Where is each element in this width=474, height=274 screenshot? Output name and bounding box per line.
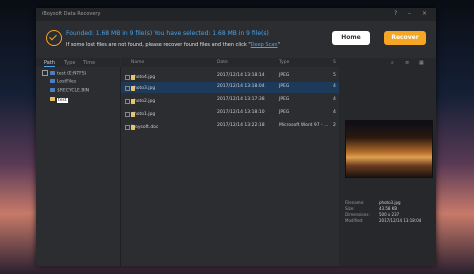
folder-tree: test (E:NTFS) LostFiles $RECYCLE.BIN tes… <box>36 67 121 266</box>
window-title: iBoysoft Data Recovery <box>42 11 101 17</box>
table-row[interactable]: photo4.jpg 2017/12/14 13:18:14 JPEG 5 <box>121 71 339 82</box>
preview-size: Size: 43.58 KB <box>345 206 398 211</box>
column-type[interactable]: Type <box>279 60 289 65</box>
preview-panel: ⌕ ≡ ▦ Filename: photo3.jpg Size: 43.58 KB … <box>339 58 436 266</box>
row-checkbox[interactable] <box>125 75 130 80</box>
file-list-header: Name Date Type S <box>121 58 339 67</box>
preview-dimensions: Dimensions: 500 x 237 <box>345 212 400 217</box>
row-checkbox[interactable] <box>125 99 130 104</box>
row-checkbox[interactable] <box>125 112 130 117</box>
file-list: Name Date Type S photo4.jpg 2017/12/14 1… <box>121 58 339 266</box>
minimize-icon[interactable]: – <box>408 10 411 17</box>
search-icon[interactable]: ⌕ <box>391 60 394 66</box>
title-bar: iBoysoft Data Recovery ? – × <box>36 8 436 21</box>
table-row[interactable]: photo2.jpg 2017/12/14 13:17:38 JPEG 4 <box>121 95 339 106</box>
scan-result-banner: Founded: 1.68 MB in 9 file(s) You have s… <box>36 21 436 58</box>
preview-filename: Filename: photo3.jpg <box>345 200 401 205</box>
preview-image <box>345 120 433 178</box>
deep-scan-link[interactable]: Deep Scan <box>251 42 278 48</box>
deep-scan-hint: If some lost files are not found, please… <box>66 42 280 48</box>
drive-icon <box>50 71 55 75</box>
column-name[interactable]: Name <box>131 60 144 65</box>
tab-type[interactable]: Type <box>64 60 75 66</box>
folder-icon <box>50 79 55 83</box>
folder-icon <box>50 88 55 92</box>
grid-view-icon[interactable]: ▦ <box>419 60 424 66</box>
folder-icon <box>50 97 55 101</box>
view-tabs: Path Type Time <box>36 58 120 67</box>
row-checkbox[interactable] <box>125 86 130 91</box>
home-button[interactable]: Home <box>332 31 370 45</box>
table-row[interactable]: iboysoft.doc 2017/12/14 13:22:18 Microso… <box>121 121 339 132</box>
close-icon[interactable]: × <box>422 10 427 17</box>
table-row-selected[interactable]: photo3.jpg 2017/12/14 13:18:04 JPEG 4 <box>121 82 339 93</box>
check-circle-icon <box>46 30 62 46</box>
preview-modified: Modified: 2017/12/14 13:18:04 <box>345 218 422 223</box>
tab-path[interactable]: Path <box>44 60 55 67</box>
tree-node-recycle-bin[interactable]: $RECYCLE.BIN <box>50 88 89 94</box>
help-icon[interactable]: ? <box>394 10 397 17</box>
found-summary: Founded: 1.68 MB in 9 file(s) You have s… <box>66 30 269 37</box>
row-checkbox[interactable] <box>125 125 130 130</box>
column-size[interactable]: S <box>333 60 336 65</box>
collapse-icon[interactable] <box>42 70 48 76</box>
tab-time[interactable]: Time <box>83 60 95 66</box>
recover-button[interactable]: Recover <box>384 31 426 45</box>
tree-node-drive[interactable]: test (E:NTFS) <box>42 70 86 77</box>
table-row[interactable]: photo1.jpg 2017/12/14 13:18:10 JPEG 4 <box>121 108 339 119</box>
app-window: iBoysoft Data Recovery ? – × Founded: 1.… <box>36 8 436 266</box>
tree-node-lostfiles[interactable]: LostFiles <box>50 79 76 85</box>
list-view-icon[interactable]: ≡ <box>405 60 409 66</box>
tree-node-test[interactable]: test <box>50 97 68 103</box>
column-date[interactable]: Date <box>217 60 228 65</box>
